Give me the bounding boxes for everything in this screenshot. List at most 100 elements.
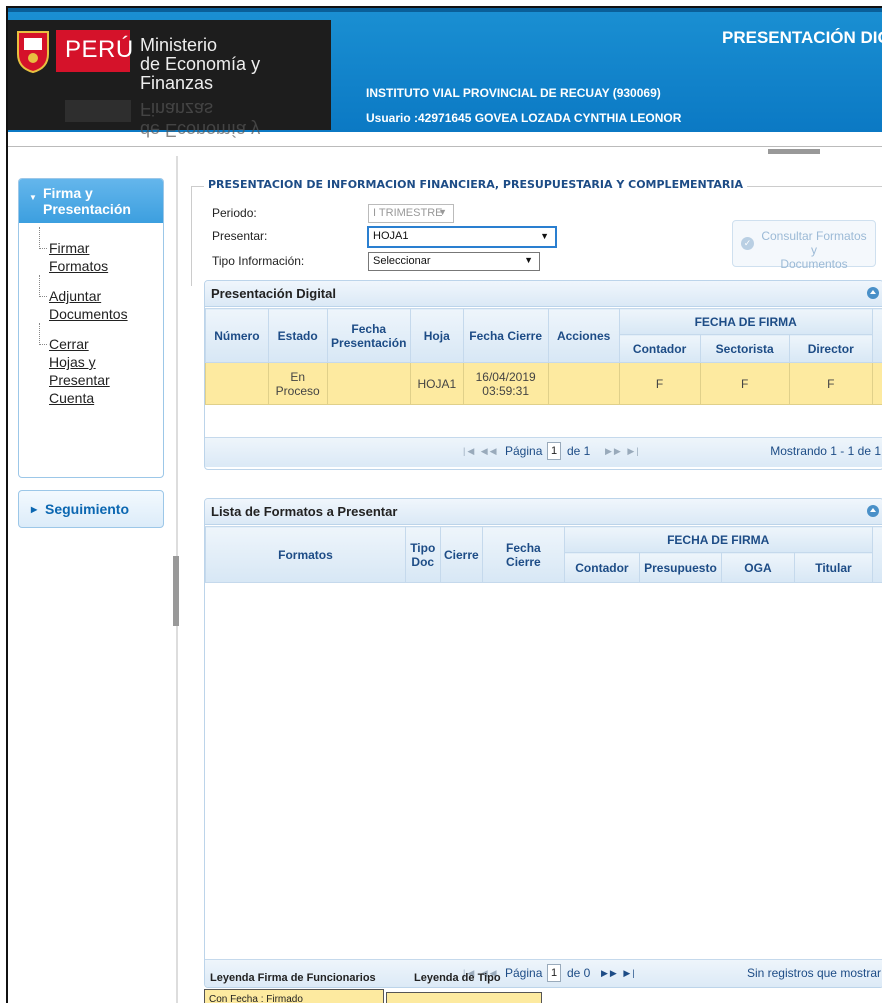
item-label: Adjuntar: [49, 288, 102, 304]
periodo-label: Periodo:: [212, 206, 257, 220]
next-last-page-icon[interactable]: ▶▶ ▶|: [601, 968, 637, 979]
pagina-label: Página: [505, 966, 543, 980]
tipo-informacion-select[interactable]: Seleccionar ▼: [368, 252, 540, 271]
col-label: Fecha: [351, 321, 387, 336]
sidebar-section-seguimiento[interactable]: ▶ Seguimiento: [18, 490, 164, 528]
col-label: Cierre: [506, 554, 541, 569]
panel-title: Presentación Digital: [205, 281, 882, 307]
consultar-formatos-button[interactable]: ✓ Consultar Formatos y Documentos: [732, 220, 876, 271]
col-numero[interactable]: Número: [205, 308, 269, 363]
sidebar-title-line2: Presentación: [43, 201, 131, 217]
cell-fecha-presentacion: [326, 362, 411, 405]
tipo-informacion-label: Tipo Información:: [212, 254, 305, 268]
col-label: Fecha: [506, 540, 541, 555]
col-group-fecha-firma: FECHA DE FIRMA: [563, 526, 873, 553]
cell-text: Proceso: [275, 383, 320, 398]
sidebar-item-adjuntar-documentos[interactable]: Adjuntar Documentos: [39, 275, 155, 323]
pager: |◀ ◀◀ Página 1 de 1 ▶▶ ▶| Mostrando 1 - …: [205, 437, 882, 467]
tipo-informacion-value: Seleccionar: [373, 255, 431, 267]
country-label: PERÚ: [65, 36, 134, 63]
col-filler: [871, 308, 882, 363]
logo-reflection: [65, 100, 131, 122]
check-icon: ✓: [741, 237, 754, 250]
col-filler: [871, 526, 882, 583]
sidebar-title-seguimiento: Seguimiento: [45, 501, 130, 517]
pagina-label: Página: [505, 444, 543, 458]
sidebar-items: Firmar Formatos Adjuntar Documentos Cerr…: [19, 223, 163, 429]
records-summary: Mostrando 1 - 1 de 1: [770, 444, 881, 458]
panel-title: Lista de Formatos a Presentar: [205, 499, 882, 525]
collapse-icon[interactable]: [867, 505, 879, 517]
dropdown-arrow-icon: ▼: [540, 231, 549, 241]
cell-estado: En Proceso: [267, 362, 328, 405]
col-titular[interactable]: Titular: [794, 552, 873, 583]
consult-label-line1: Consultar Formatos y: [761, 229, 867, 257]
app-title: PRESENTACIÓN DIGITA: [722, 28, 882, 47]
dropdown-arrow-icon: ▼: [524, 255, 533, 265]
page-input[interactable]: 1: [547, 442, 561, 460]
next-last-page-icon[interactable]: ▶▶ ▶|: [605, 446, 641, 457]
sidebar-title-line1: Firma y: [43, 185, 93, 201]
col-label: Presentación: [331, 335, 407, 350]
page-count: de 1: [567, 444, 591, 458]
col-contador[interactable]: Contador: [563, 552, 641, 583]
presentar-select[interactable]: HOJA1 ▼: [367, 226, 557, 248]
sidebar-header-firma[interactable]: ▼ Firma y Presentación: [19, 179, 163, 223]
col-director[interactable]: Director: [788, 334, 873, 363]
col-hoja[interactable]: Hoja: [409, 308, 464, 363]
ministry-logo: PERÚ Ministerio de Economía y Finanzas d…: [8, 20, 331, 140]
col-label: Doc: [411, 554, 435, 569]
cell-numero: [205, 362, 269, 405]
item-label: Documentos: [49, 306, 128, 322]
table-row[interactable]: En Proceso HOJA1 16/04/2019 03:59:31 F F…: [205, 362, 882, 405]
sidebar-item-firmar-formatos[interactable]: Firmar Formatos: [39, 227, 155, 275]
col-group-fecha-firma: FECHA DE FIRMA: [618, 308, 873, 335]
col-fecha-cierre[interactable]: Fecha Cierre: [462, 308, 549, 363]
presentacion-table: Número Estado Fecha Presentación Hoja Fe…: [205, 308, 882, 405]
records-summary: Sin registros que mostrar: [746, 966, 881, 980]
col-formatos[interactable]: Formatos: [205, 526, 406, 583]
app-window: PERÚ Ministerio de Economía y Finanzas d…: [6, 6, 882, 1003]
col-tipo-doc[interactable]: Tipo Doc: [404, 526, 441, 583]
col-presupuesto[interactable]: Presupuesto: [639, 552, 722, 583]
col-estado[interactable]: Estado: [267, 308, 328, 363]
cell-fecha-cierre: 16/04/2019 03:59:31: [462, 362, 549, 405]
user-label: Usuario :42971645 GOVEA LOZADA CYNTHIA L…: [366, 111, 682, 125]
col-sectorista[interactable]: Sectorista: [699, 334, 790, 363]
cell-contador: F: [618, 362, 701, 405]
header-bar: PERÚ Ministerio de Economía y Finanzas d…: [8, 8, 882, 140]
panel-title-text: Presentación Digital: [211, 286, 336, 301]
cell-text: 03:59:31: [482, 383, 529, 398]
periodo-select: I TRIMESTRE ▼: [368, 204, 454, 223]
col-fecha-cierre[interactable]: Fecha Cierre: [482, 526, 565, 583]
cell-text: 16/04/2019: [475, 369, 536, 384]
sidebar-item-cerrar-hojas[interactable]: Cerrar Hojas y Presentar Cuenta: [39, 323, 155, 407]
ministry-line1: Ministerio: [140, 35, 218, 55]
sidebar-splitter[interactable]: [173, 556, 179, 626]
legend-tipo-title: Leyenda de Tipo: [414, 972, 501, 984]
header-separator: [8, 146, 882, 147]
collapse-grip[interactable]: [768, 149, 820, 154]
cell-hoja: HOJA1: [409, 362, 464, 405]
fieldset-legend: PRESENTACION DE INFORMACION FINANCIERA, …: [204, 178, 747, 191]
legend-tipo-item: [386, 992, 542, 1003]
cell-sectorista: F: [699, 362, 790, 405]
item-label: Hojas y: [49, 354, 96, 370]
col-acciones[interactable]: Acciones: [547, 308, 620, 363]
ministry-line2: de Economía y Finanzas: [140, 54, 261, 93]
ministry-name: Ministerio de Economía y Finanzas: [140, 36, 331, 93]
col-contador[interactable]: Contador: [618, 334, 701, 363]
chevron-down-icon: ▼: [29, 193, 37, 202]
cell-text: En: [290, 369, 305, 384]
ministry-reflection: de Economía y Finanzas: [140, 99, 261, 140]
panel-title-text: Lista de Formatos a Presentar: [211, 504, 398, 519]
collapse-icon[interactable]: [867, 287, 879, 299]
col-cierre[interactable]: Cierre: [439, 526, 484, 583]
cell-acciones[interactable]: [547, 362, 620, 405]
col-fecha-presentacion[interactable]: Fecha Presentación: [326, 308, 411, 363]
page-input[interactable]: 1: [547, 964, 561, 982]
presentacion-digital-panel: Presentación Digital Número Estado Fecha…: [204, 280, 882, 470]
col-oga[interactable]: OGA: [720, 552, 796, 583]
formatos-table: Formatos Tipo Doc Cierre Fecha Cierre FE…: [205, 526, 882, 583]
first-prev-page-icon[interactable]: |◀ ◀◀: [463, 446, 499, 457]
